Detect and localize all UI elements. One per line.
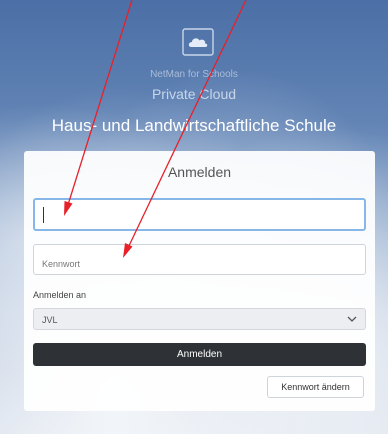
product-name: NetMan for Schools bbox=[150, 69, 238, 80]
login-button[interactable]: Anmelden bbox=[33, 343, 366, 366]
login-title: Anmelden bbox=[167, 164, 232, 180]
password-input[interactable] bbox=[33, 244, 366, 275]
domain-selected-value: JVL bbox=[42, 315, 58, 325]
login-card: Anmelden Anmelden an JVL Anmelden Kennwo… bbox=[24, 151, 375, 411]
chevron-down-icon bbox=[347, 316, 357, 322]
username-input[interactable] bbox=[33, 198, 366, 231]
change-password-button[interactable]: Kennwort ändern bbox=[267, 376, 364, 398]
product-subtitle: Private Cloud bbox=[151, 86, 237, 102]
text-caret bbox=[43, 207, 44, 223]
cloud-icon bbox=[182, 28, 214, 56]
domain-select[interactable]: JVL bbox=[33, 308, 366, 330]
school-name: Haus- und Landwirtschaftliche Schule bbox=[51, 116, 337, 135]
domain-label: Anmelden an bbox=[33, 290, 87, 300]
